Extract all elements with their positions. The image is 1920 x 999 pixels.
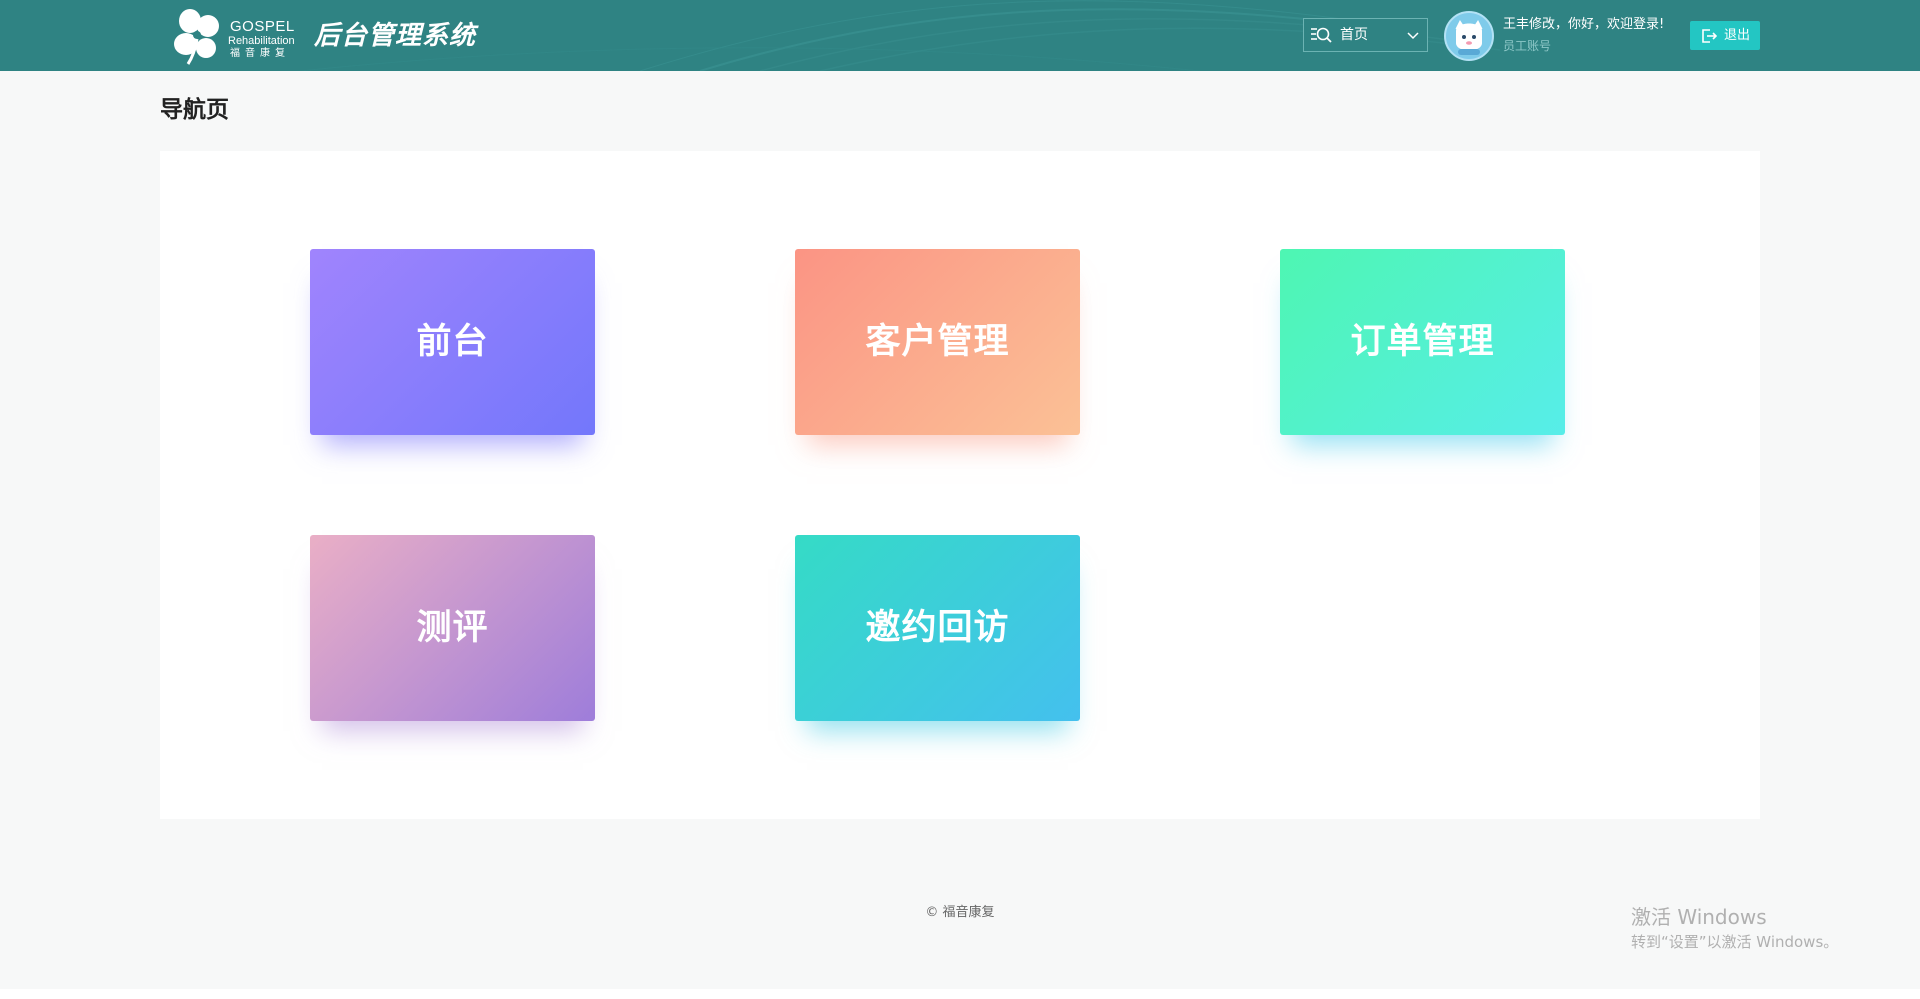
chevron-down-icon: [1407, 32, 1419, 40]
avatar[interactable]: [1444, 11, 1494, 61]
logo-brand-en: GOSPEL: [230, 18, 295, 35]
cartoon-avatar-icon: [1446, 13, 1492, 59]
nav-panel: 前台 客户管理 订单管理 测评 邀约回访: [160, 151, 1760, 819]
tile-invitation-follow-up[interactable]: 邀约回访: [795, 535, 1080, 721]
clover-logo-icon: [174, 9, 219, 65]
page: GOSPEL Rehabilitation 福音康复 后台管理系统 首页 王丰修…: [0, 0, 1920, 989]
user-greeting: 王丰修改，你好，欢迎登录!: [1503, 17, 1665, 32]
search-list-icon: [1311, 27, 1332, 43]
page-title: 导航页: [160, 97, 229, 123]
logout-icon: [1702, 29, 1717, 43]
nav-select[interactable]: 首页: [1303, 18, 1428, 52]
tile-assessment[interactable]: 测评: [310, 535, 595, 721]
top-bar: GOSPEL Rehabilitation 福音康复 后台管理系统 首页 王丰修…: [0, 0, 1920, 71]
logo-brand-en2: Rehabilitation: [228, 35, 295, 47]
tile-customer-management[interactable]: 客户管理: [795, 249, 1080, 435]
logout-label: 退出: [1724, 28, 1751, 43]
tile-order-management[interactable]: 订单管理: [1280, 249, 1565, 435]
windows-activation-watermark-subtitle: 转到“设置”以激活 Windows。: [1631, 933, 1839, 951]
windows-activation-watermark-title: 激活 Windows: [1631, 905, 1767, 929]
logo-brand-cn: 福音康复: [230, 48, 290, 59]
user-role: 员工账号: [1503, 39, 1552, 53]
logo: GOSPEL Rehabilitation 福音康复: [170, 6, 305, 66]
logout-button[interactable]: 退出: [1690, 21, 1760, 50]
nav-select-value: 首页: [1340, 27, 1368, 43]
tile-front-desk[interactable]: 前台: [310, 249, 595, 435]
system-title: 后台管理系统: [314, 21, 477, 51]
